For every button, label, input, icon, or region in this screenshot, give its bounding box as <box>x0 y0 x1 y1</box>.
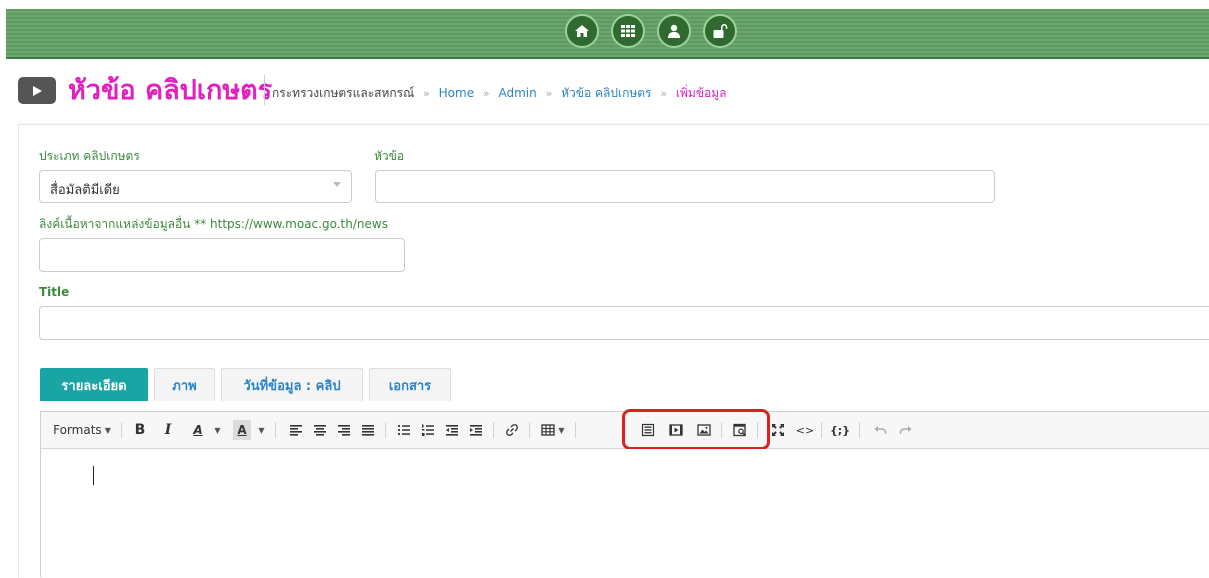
align-right-button[interactable] <box>335 420 353 440</box>
formats-label: Formats <box>53 423 102 437</box>
toolbar-separator <box>821 422 822 438</box>
source-code-button[interactable]: <> <box>795 420 815 440</box>
toolbar-separator <box>121 422 122 438</box>
align-right-icon <box>338 425 350 436</box>
caret-down-icon: ▼ <box>258 425 265 435</box>
title-label: Title <box>39 285 70 299</box>
tab-clip-date[interactable]: วันที่ข้อมูล : คลิป <box>221 368 363 401</box>
header-divider <box>264 75 265 105</box>
align-center-icon <box>314 425 326 436</box>
text-cursor <box>93 466 94 485</box>
breadcrumb-separator: » <box>482 87 490 100</box>
bold-button[interactable]: B <box>131 420 149 440</box>
background-color-dropdown[interactable]: ▼ <box>253 420 267 440</box>
home-icon <box>575 25 589 37</box>
breadcrumb-root: กระทรวงเกษตรและสหกรณ์ <box>272 86 415 100</box>
user-icon <box>668 24 680 38</box>
insert-link-button[interactable] <box>503 420 521 440</box>
breadcrumb: กระทรวงเกษตรและสหกรณ์ » Home » Admin » ห… <box>272 84 727 103</box>
caret-down-icon: ▼ <box>558 425 565 435</box>
topic-label: หัวข้อ <box>374 149 405 163</box>
toolbar-separator <box>757 422 758 438</box>
undo-button[interactable] <box>871 420 889 440</box>
topic-input[interactable] <box>375 170 995 203</box>
font-color-button[interactable]: A <box>189 420 207 440</box>
editor-toolbar: Formats ▼ B I A ▼ A ▼ ▼ <> {;} <box>41 409 1209 450</box>
unlock-icon <box>713 24 728 38</box>
rich-text-editor: Formats ▼ B I A ▼ A ▼ ▼ <> {;} <box>40 409 1209 577</box>
tab-details[interactable]: รายละเอียด <box>40 368 148 401</box>
editor-content-area[interactable] <box>41 449 1209 577</box>
numbered-list-icon <box>422 424 434 436</box>
play-icon <box>33 85 42 96</box>
user-button[interactable] <box>657 14 691 48</box>
background-color-button[interactable]: A <box>233 420 251 440</box>
top-navigation-bar <box>6 9 1209 59</box>
breadcrumb-separator: » <box>545 87 553 100</box>
toolbar-separator <box>575 422 576 438</box>
align-justify-icon <box>362 425 374 436</box>
highlight-annotation <box>622 409 770 450</box>
align-left-icon <box>290 425 302 436</box>
category-label: ประเภท คลิปเกษตร <box>39 149 140 163</box>
external-link-label: ลิงค์เนื้อหาจากแหล่งข้อมูลอื่น ** https:… <box>39 217 388 231</box>
breadcrumb-separator: » <box>660 87 668 100</box>
page-title: หัวข้อ คลิปเกษตร <box>68 75 273 106</box>
fullscreen-icon <box>772 424 784 436</box>
clip-section-icon <box>18 77 56 104</box>
table-dropdown[interactable]: ▼ <box>537 420 569 440</box>
caret-down-icon: ▼ <box>104 425 111 435</box>
toolbar-separator <box>275 422 276 438</box>
outdent-icon <box>446 425 458 436</box>
table-icon <box>541 424 556 436</box>
bullet-list-icon <box>397 424 410 436</box>
align-center-button[interactable] <box>311 420 329 440</box>
align-left-button[interactable] <box>287 420 305 440</box>
align-justify-button[interactable] <box>359 420 377 440</box>
breadcrumb-admin-link[interactable]: Admin <box>498 86 536 100</box>
link-icon <box>506 424 518 436</box>
tab-documents[interactable]: เอกสาร <box>369 368 451 401</box>
formats-dropdown[interactable]: Formats ▼ <box>51 420 113 440</box>
external-link-input[interactable] <box>39 238 405 272</box>
indent-button[interactable] <box>467 420 485 440</box>
toolbar-separator <box>493 422 494 438</box>
breadcrumb-separator: » <box>423 87 430 100</box>
logout-button[interactable] <box>703 14 737 48</box>
toolbar-separator <box>385 422 386 438</box>
bullet-list-button[interactable] <box>395 420 413 440</box>
breadcrumb-current: เพิ่มข้อมูล <box>675 86 727 100</box>
breadcrumb-home-link[interactable]: Home <box>439 86 474 100</box>
tab-images[interactable]: ภาพ <box>154 368 215 401</box>
numbered-list-button[interactable] <box>419 420 437 440</box>
toolbar-separator <box>859 422 860 438</box>
indent-icon <box>470 425 482 436</box>
insert-variable-button[interactable]: {;} <box>829 420 851 440</box>
redo-icon <box>899 426 912 434</box>
font-color-dropdown[interactable]: ▼ <box>209 420 223 440</box>
outdent-button[interactable] <box>443 420 461 440</box>
fullscreen-button[interactable] <box>769 420 787 440</box>
category-selected-value: สื่อมัลติมีเดีย <box>50 183 120 198</box>
grid-menu-button[interactable] <box>611 14 645 48</box>
title-input[interactable] <box>39 306 1209 340</box>
italic-button[interactable]: I <box>159 420 177 440</box>
category-select[interactable]: สื่อมัลติมีเดีย <box>39 170 352 203</box>
undo-icon <box>874 426 887 434</box>
toolbar-separator <box>529 422 530 438</box>
chevron-down-icon <box>333 182 341 187</box>
home-button[interactable] <box>565 14 599 48</box>
caret-down-icon: ▼ <box>214 425 221 435</box>
grid-icon <box>621 25 635 37</box>
breadcrumb-section-link[interactable]: หัวข้อ คลิปเกษตร <box>561 86 651 100</box>
redo-button[interactable] <box>897 420 915 440</box>
